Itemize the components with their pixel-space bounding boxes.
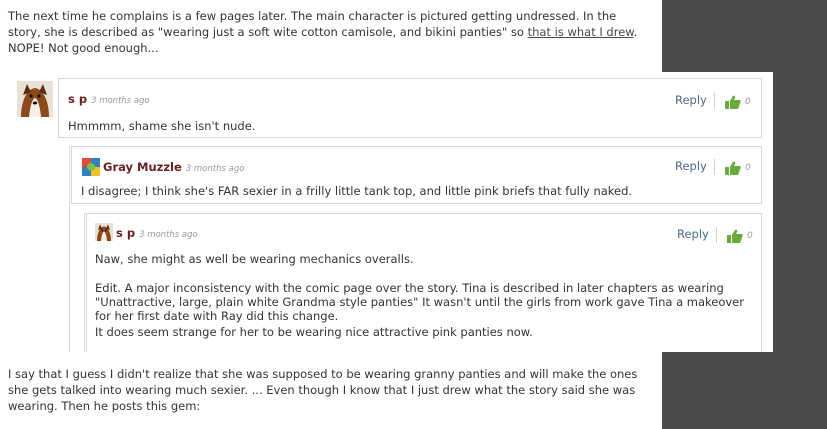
thumbs-up-icon[interactable] [727,229,743,243]
comment-author[interactable]: s p3 months ago [116,226,198,240]
comment-text-last-line: It does seem strange for her to be weari… [95,325,533,339]
thumbs-up-icon[interactable] [725,161,741,175]
paragraph-1-text-a: The next time he complains is a few page… [8,9,617,39]
article-paragraph-1: The next time he complains is a few page… [8,8,640,56]
comment-author[interactable]: s p3 months ago [68,92,150,106]
divider [714,159,715,175]
that-is-what-i-drew-link[interactable]: that is what I drew [528,25,634,39]
article-paragraph-2: I say that I guess I didn't realize that… [8,367,638,413]
like-count: 0 [745,163,751,173]
comment-time: 3 months ago [139,230,198,240]
comment-text: I disagree; I think she's FAR sexier in … [81,184,633,198]
avatar-collie[interactable] [17,81,53,117]
thread-indent-line [84,213,85,352]
comment-text: Hmmmm, shame she isn't nude. [68,119,256,133]
divider [716,227,717,243]
comment-text-line-1: Naw, she might as well be wearing mechan… [95,252,414,266]
like-count: 0 [745,97,751,107]
reply-button[interactable]: Reply [675,159,707,173]
reply-button[interactable]: Reply [677,227,709,241]
like-count: 0 [747,231,753,241]
comment-3: s p3 months ago Naw, she might as well b… [86,213,762,352]
reply-button[interactable]: Reply [675,93,707,107]
avatar-gray-muzzle[interactable] [82,158,100,176]
comment-author[interactable]: Gray Muzzle 3 months ago [103,160,244,174]
comments-screenshot: s p3 months ago Hmmmm, shame she isn't n… [8,72,773,352]
comment-time: 3 months ago [91,96,150,106]
thumbs-up-icon[interactable] [725,95,741,109]
comment-2: Gray Muzzle 3 months ago I disagree; I th… [71,146,762,204]
comment-time: 3 months ago [185,164,245,174]
comment-1: s p3 months ago Hmmmm, shame she isn't n… [58,78,762,138]
avatar-collie-small[interactable] [95,223,113,241]
comment-text-edit: Edit. A major inconsistency with the com… [95,281,744,323]
divider [714,93,715,109]
thread-indent-line [69,146,70,352]
